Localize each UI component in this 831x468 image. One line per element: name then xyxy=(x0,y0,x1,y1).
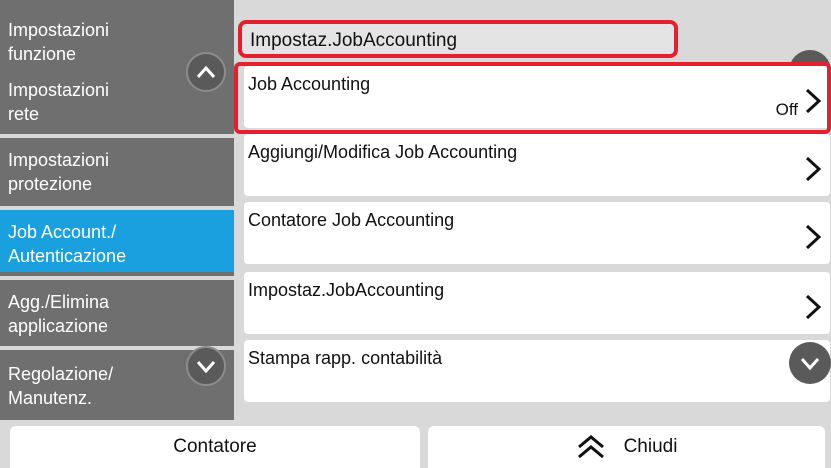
row-label: Stampa rapp. contabilità xyxy=(248,348,443,368)
row-label: Aggiungi/Modifica Job Accounting xyxy=(248,142,518,162)
bottom-bar: Contatore Chiudi xyxy=(0,420,831,468)
list-item-aggiungi-modifica[interactable]: Aggiungi/Modifica Job Accounting xyxy=(244,134,830,196)
contatore-button[interactable]: Contatore xyxy=(10,426,420,468)
page-title: Impostaz.JobAccounting xyxy=(238,20,678,58)
sidebar-item-label: applicazione xyxy=(8,316,109,336)
sidebar-item-label: Manutenz. xyxy=(8,388,93,408)
sidebar-divider xyxy=(0,276,234,280)
contatore-label: Contatore xyxy=(173,436,257,457)
main-panel: Impostaz.JobAccounting Job Accounting Of… xyxy=(234,0,831,420)
chevron-right-icon xyxy=(805,224,822,250)
sidebar-item-label: protezione xyxy=(8,174,93,194)
screen: Impostazioni funzione Impostazioni rete … xyxy=(0,0,831,468)
double-chevron-up-icon xyxy=(577,435,604,459)
row-label: Contatore Job Accounting xyxy=(248,210,455,230)
list-item-stampa-rapp-contabilita[interactable]: Stampa rapp. contabilità xyxy=(244,340,830,402)
chevron-down-icon xyxy=(800,358,820,370)
chevron-right-icon xyxy=(805,156,822,182)
sidebar-item-label: rete xyxy=(8,104,40,124)
list-item-impostaz-jobaccounting[interactable]: Impostaz.JobAccounting xyxy=(244,272,830,334)
selection-highlight xyxy=(234,62,831,134)
chevron-right-icon xyxy=(805,294,822,320)
sidebar-item-impostazioni-protezione[interactable]: Impostazioni protezione xyxy=(8,148,234,196)
sidebar-divider xyxy=(0,134,234,138)
sidebar-scroll-up-button[interactable] xyxy=(186,52,226,92)
list-scroll-down-button[interactable] xyxy=(789,342,831,384)
sidebar: Impostazioni funzione Impostazioni rete … xyxy=(0,0,234,420)
chevron-up-icon xyxy=(196,65,216,78)
sidebar-item-job-account-autenticazione[interactable]: Job Account./ Autenticazione xyxy=(0,210,234,272)
sidebar-item-label: Job Account./ xyxy=(8,222,117,242)
chiudi-button[interactable]: Chiudi xyxy=(428,426,825,468)
sidebar-item-label: Autenticazione xyxy=(8,246,127,266)
chiudi-label: Chiudi xyxy=(623,436,678,457)
sidebar-item-label: Impostazioni xyxy=(8,20,110,40)
sidebar-scroll-down-button[interactable] xyxy=(186,346,226,386)
list-item-contatore-job-accounting[interactable]: Contatore Job Accounting xyxy=(244,202,830,264)
row-label: Impostaz.JobAccounting xyxy=(248,280,445,300)
sidebar-item-agg-elimina-applicazione[interactable]: Agg./Elimina applicazione xyxy=(8,290,234,338)
sidebar-item-label: Agg./Elimina xyxy=(8,292,110,312)
sidebar-item-label: Impostazioni xyxy=(8,150,110,170)
chevron-down-icon xyxy=(196,361,216,373)
